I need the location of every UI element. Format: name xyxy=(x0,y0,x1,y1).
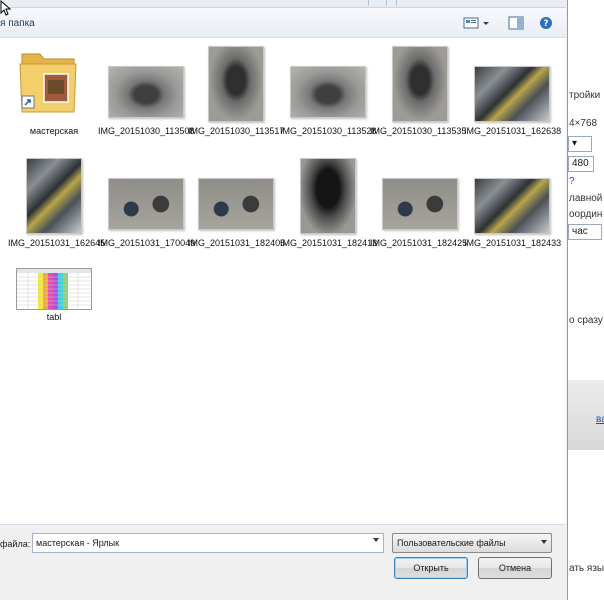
photo-thumbnail xyxy=(474,178,550,234)
bg-select[interactable]: ▾ xyxy=(568,136,592,152)
open-button[interactable]: Открыть xyxy=(394,557,468,579)
spreadsheet-thumbnail xyxy=(16,268,92,310)
file-item-photo[interactable]: IMG_20151030_113508 xyxy=(98,42,195,152)
photo-thumbnail xyxy=(108,178,184,230)
preview-pane-icon[interactable] xyxy=(508,16,524,30)
file-name: IMG_20151031_162645 xyxy=(8,238,106,248)
folder-shortcut-icon xyxy=(19,53,77,113)
open-file-dialog: я папка ? мастерская IMG_20151030_113508… xyxy=(0,0,568,600)
cancel-button[interactable]: Отмена xyxy=(478,557,552,579)
file-item-photo[interactable]: IMG_20151031_182405 xyxy=(188,154,286,264)
file-name: IMG_20151031_182433 xyxy=(464,238,562,248)
file-name: IMG_20151031_162638 xyxy=(464,126,562,136)
bg-text: о сразу xyxy=(569,315,603,326)
file-item-folder[interactable]: мастерская xyxy=(8,42,100,142)
chevron-down-icon[interactable] xyxy=(481,16,491,30)
photo-thumbnail xyxy=(198,178,274,230)
command-bar: я папка ? xyxy=(0,8,566,38)
file-item-photo[interactable]: IMG_20151030_113517 xyxy=(188,42,285,152)
chevron-down-icon[interactable] xyxy=(541,540,547,544)
file-name: мастерская xyxy=(29,126,79,136)
file-item-photo[interactable]: IMG_20151031_182425 xyxy=(370,154,468,264)
chevron-down-icon[interactable] xyxy=(373,538,379,542)
bg-help-icon: ? xyxy=(569,176,575,187)
photo-thumbnail xyxy=(392,46,448,122)
filename-combobox[interactable]: мастерская - Ярлык xyxy=(32,533,384,553)
filename-value: мастерская - Ярлык xyxy=(36,538,120,548)
photo-thumbnail xyxy=(290,66,366,118)
bg-select[interactable]: час xyxy=(568,224,602,240)
file-name: IMG_20151031_182413 xyxy=(280,238,378,248)
file-item-photo[interactable]: IMG_20151031_170049 xyxy=(98,154,196,264)
filename-label: файла: xyxy=(0,539,31,549)
file-name: tabl xyxy=(46,312,62,322)
file-item-photo[interactable]: IMG_20151031_182413 xyxy=(280,154,378,264)
bg-text: ать язы xyxy=(569,563,604,574)
bg-text: оордин xyxy=(569,209,603,220)
help-icon[interactable]: ? xyxy=(538,16,554,30)
file-name: IMG_20151030_113528 xyxy=(280,126,377,136)
photo-thumbnail xyxy=(300,158,356,234)
file-item-photo[interactable]: IMG_20151031_162645 xyxy=(8,154,106,264)
filetype-value: Пользовательские файлы xyxy=(397,538,506,548)
photo-thumbnail xyxy=(108,66,184,118)
address-bar-strip xyxy=(0,0,566,8)
photo-thumbnail xyxy=(474,66,550,122)
file-item-spreadsheet[interactable]: tabl xyxy=(8,266,100,326)
photo-thumbnail xyxy=(26,158,82,234)
file-name: IMG_20151030_113535 xyxy=(370,126,467,136)
file-item-photo[interactable]: IMG_20151031_162638 xyxy=(464,42,562,152)
background-page: тройки 4×768 ▾ 480 ? лавной оордин час о… xyxy=(566,0,604,600)
file-name: IMG_20151030_113508 xyxy=(98,126,195,136)
bg-input[interactable]: 480 xyxy=(568,156,594,172)
bg-text: тройки xyxy=(569,90,601,101)
file-name: IMG_20151031_170049 xyxy=(98,238,196,248)
file-item-photo[interactable]: IMG_20151030_113535 xyxy=(370,42,467,152)
file-item-photo[interactable]: IMG_20151031_182433 xyxy=(464,154,562,264)
file-name: IMG_20151031_182425 xyxy=(370,238,468,248)
bg-text: 4×768 xyxy=(569,118,598,129)
photo-thumbnail xyxy=(208,46,264,122)
photo-thumbnail xyxy=(382,178,458,230)
file-name: IMG_20151030_113517 xyxy=(188,126,285,136)
new-folder-button[interactable]: я папка xyxy=(0,18,35,29)
mouse-cursor-icon xyxy=(0,0,12,16)
bg-text: лавной xyxy=(569,193,603,204)
file-name: IMG_20151031_182405 xyxy=(188,238,286,248)
view-menu-icon[interactable] xyxy=(463,16,479,30)
filetype-select[interactable]: Пользовательские файлы xyxy=(392,533,552,553)
bg-link[interactable]: ва xyxy=(596,414,604,425)
file-list-view: мастерская IMG_20151030_113508 IMG_20151… xyxy=(0,38,566,525)
svg-text:?: ? xyxy=(543,19,548,29)
file-item-photo[interactable]: IMG_20151030_113528 xyxy=(280,42,377,152)
